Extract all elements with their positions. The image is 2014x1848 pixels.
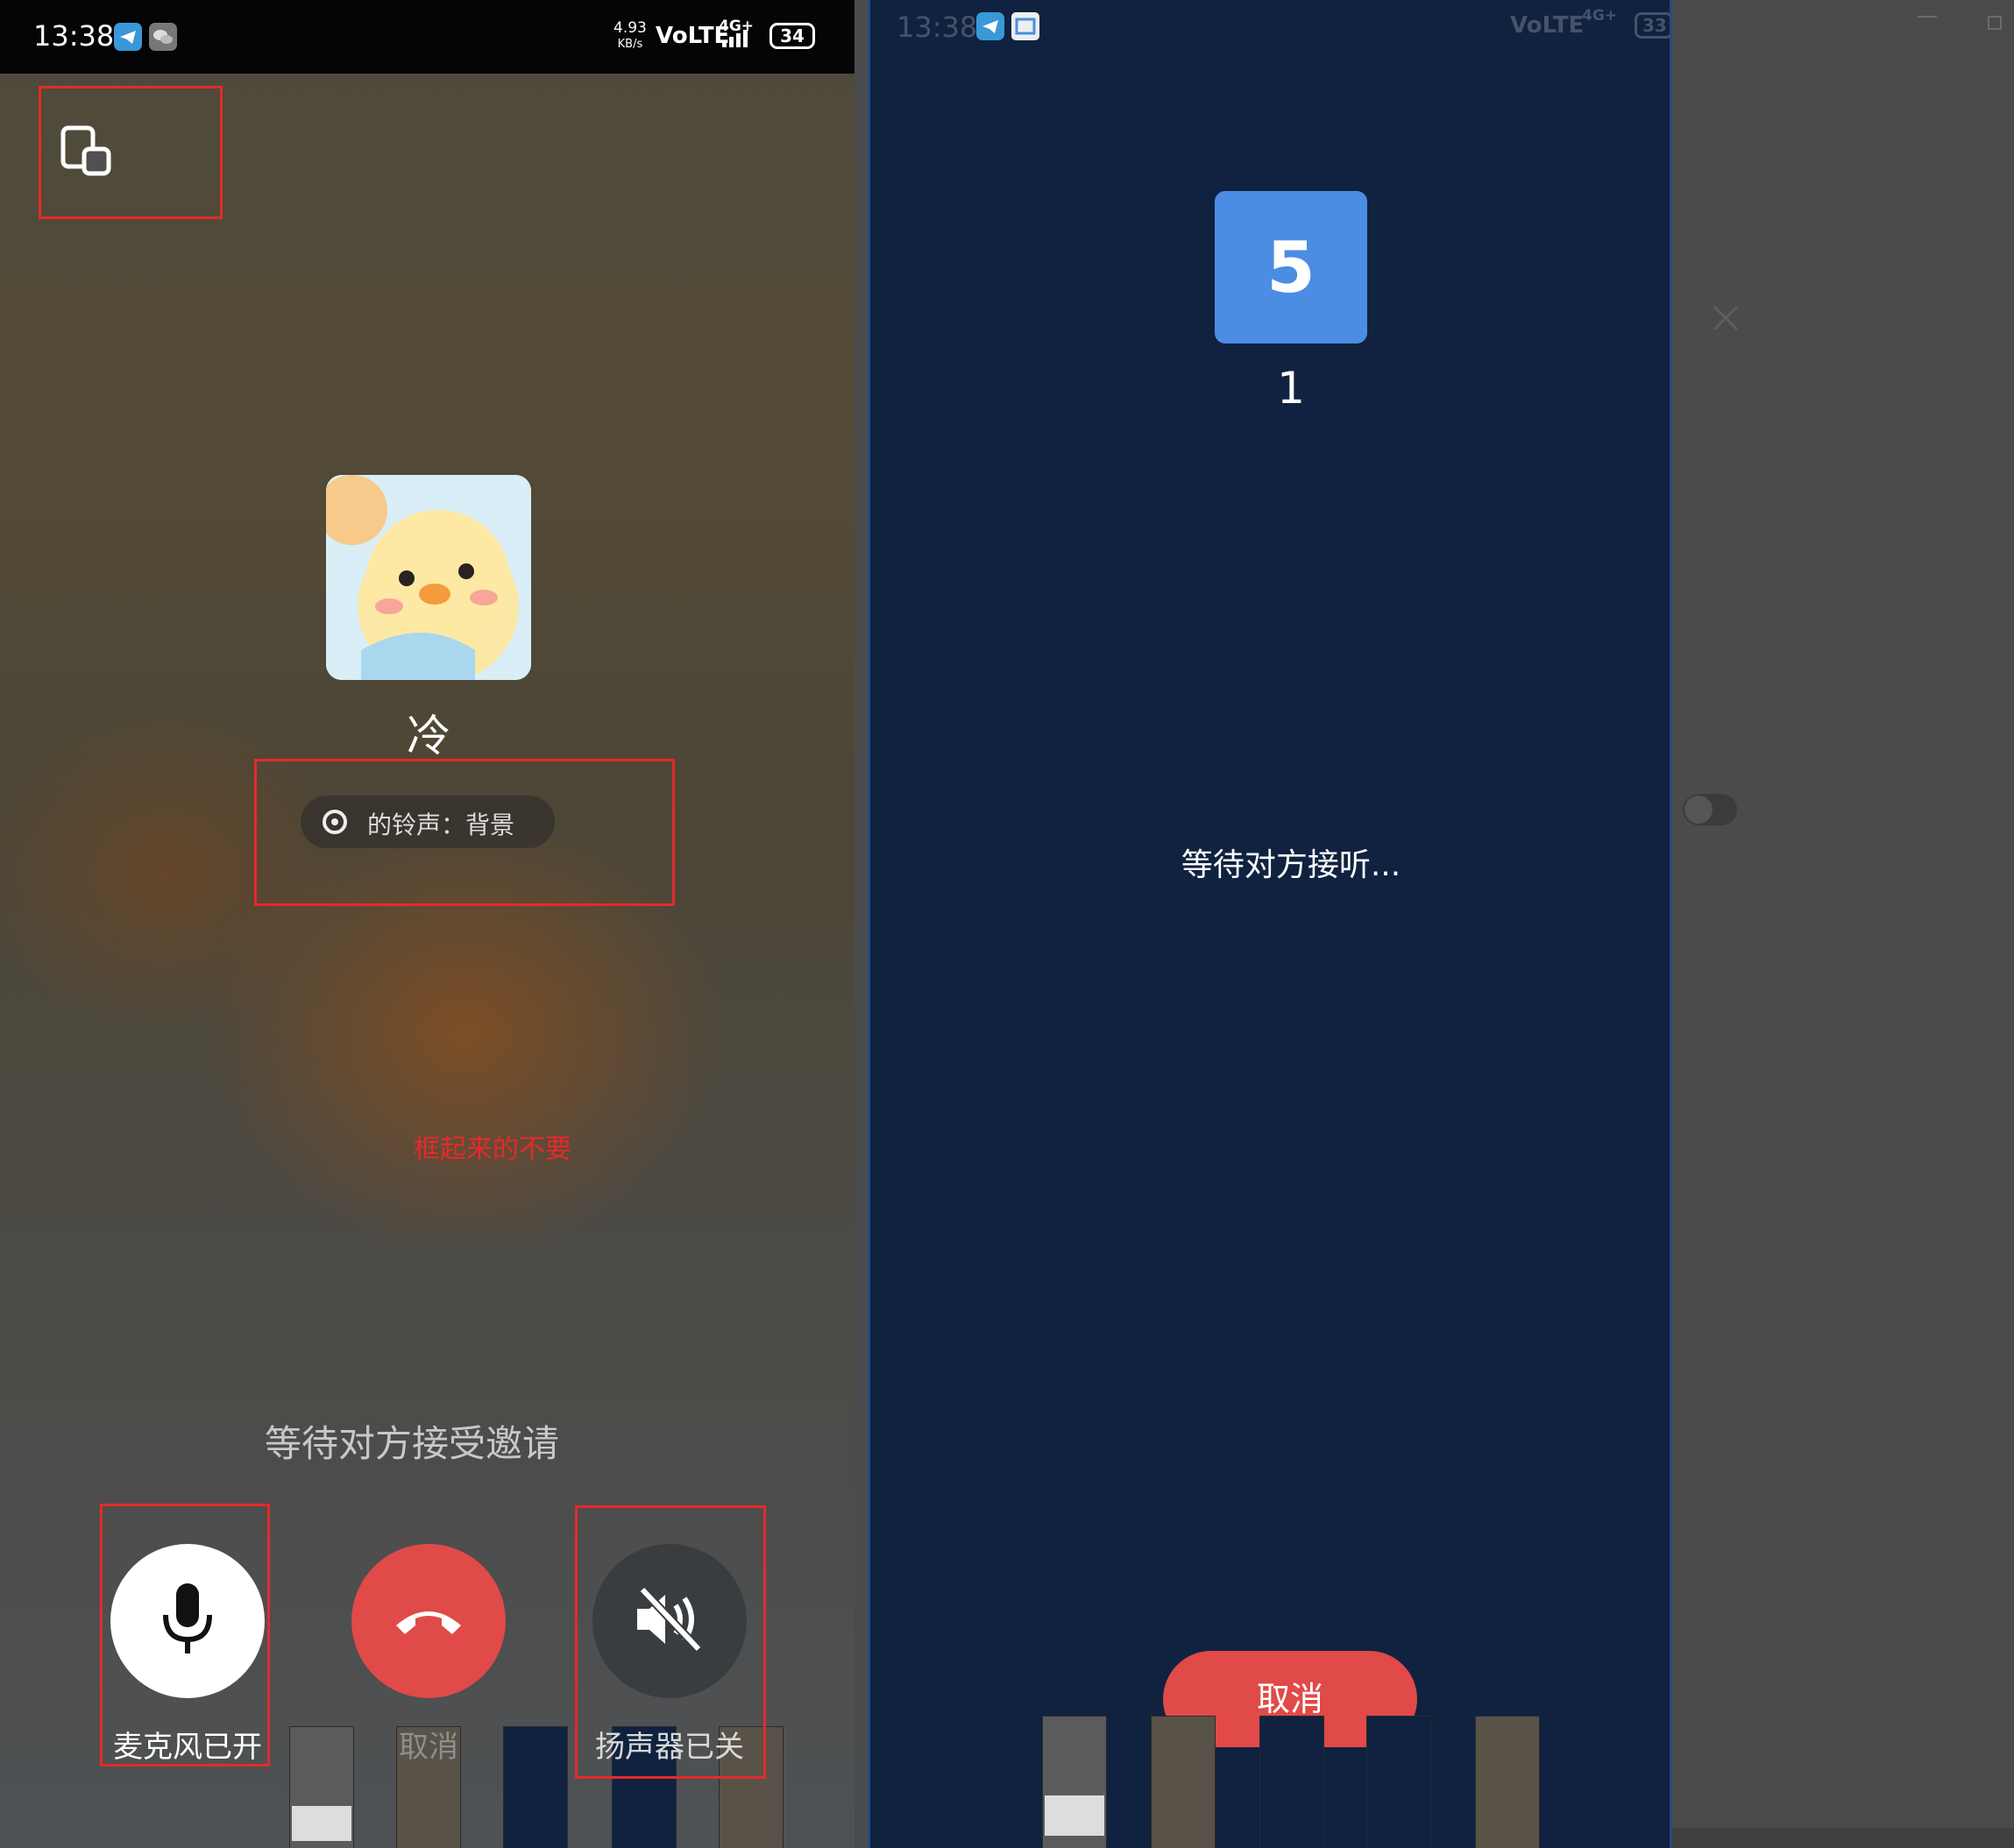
signal-icon [720,28,759,51]
contact-name: 冷 [407,711,450,761]
caller-screen: 13:38 4.93 KB/s VoLTE 4G+ 34 冷 的铃声：背景 框起… [0,0,855,1848]
annotation-box [575,1505,766,1779]
thumbnail [1475,1716,1540,1848]
minimize-window-icon[interactable] [1918,16,1937,18]
thumbnail [1366,1716,1431,1848]
hangup-label: 取消 [399,1730,458,1765]
thumbnail [289,1726,354,1848]
thumbnail [1151,1716,1216,1848]
toggle-switch[interactable] [1683,794,1737,825]
wechat-icon [149,23,177,51]
desktop-background [1672,0,2014,1848]
user-avatar: 5 [1215,191,1367,343]
status-time: 13:38 [33,19,115,53]
annotation-note: 框起来的不要 [414,1134,571,1165]
battery-indicator: 34 [769,23,815,49]
status-bar: 13:38 4.93 KB/s VoLTE 4G+ 34 [0,0,855,74]
phone-hangup-icon [389,1597,468,1645]
thumbnail [1259,1716,1324,1848]
annotation-box [254,759,675,906]
telegram-icon [976,12,1004,40]
username: 1 [1277,363,1305,414]
callee-screen: 13:38 VoLTE 4G+ 33 5 1 等待对方接听... 取消 [868,0,1672,1848]
net-speed-value: 4.93 [613,19,647,37]
taskbar [1672,1828,2014,1848]
thumbnail [503,1726,568,1848]
app-icon [1011,12,1039,40]
thumbnail [1042,1716,1107,1848]
duck-avatar [326,475,531,680]
hangup-button[interactable] [351,1544,506,1698]
close-icon[interactable] [1711,303,1741,336]
annotation-box [100,1504,270,1767]
telegram-icon [114,23,142,51]
network-type: 4G+ [1582,7,1618,25]
waiting-status-text: 等待对方接受邀请 [264,1422,559,1465]
divider [855,0,868,1848]
net-speed-unit: KB/s [617,38,643,51]
net-speed-indicator: 4.93 KB/s [613,21,647,52]
maximize-window-icon[interactable] [1988,16,2002,30]
status-time: 13:38 [897,11,978,44]
waiting-text: 等待对方接听... [1181,847,1401,883]
annotation-box [39,86,223,219]
volte-label: VoLTE [1510,12,1585,39]
battery-indicator: 33 [1635,12,1670,39]
